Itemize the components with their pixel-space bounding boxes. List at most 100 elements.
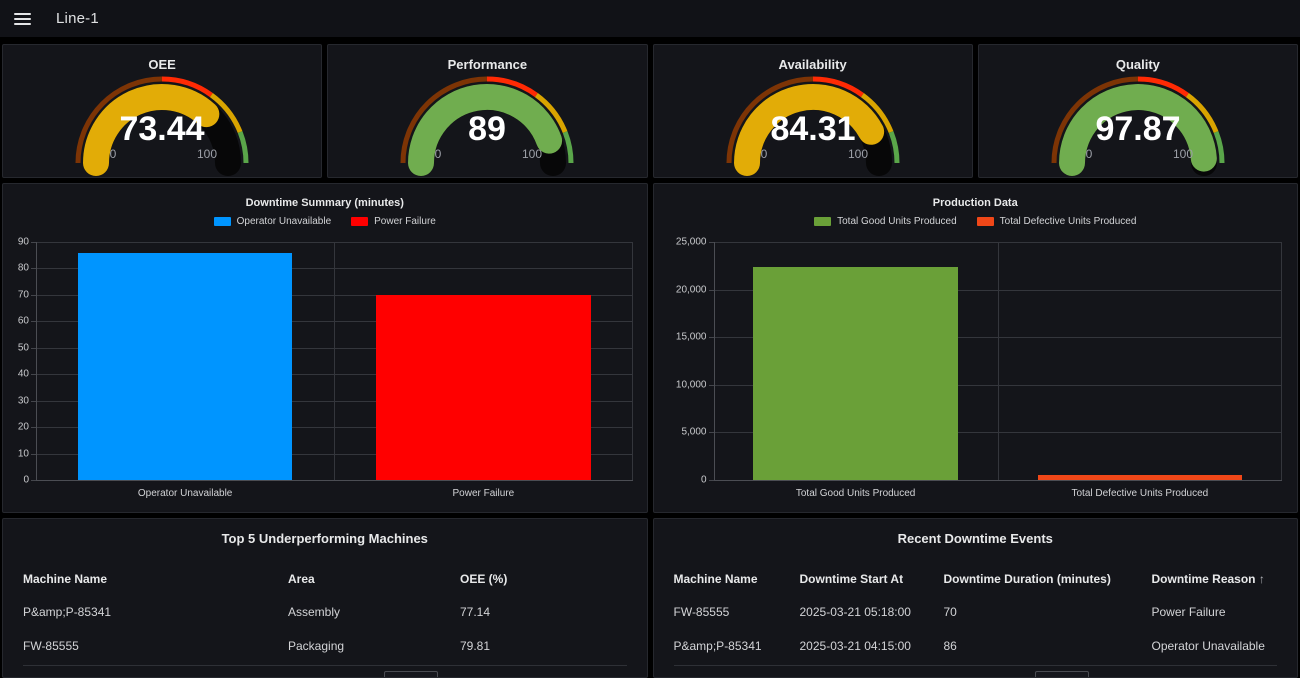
table-divider [23, 665, 627, 666]
table-divider [674, 665, 1278, 666]
column-header[interactable]: OEE (%) [460, 572, 627, 586]
bar-0[interactable] [78, 253, 293, 480]
table-cell: Power Failure [1152, 605, 1278, 619]
y-axis-line [714, 242, 715, 480]
menu-toggle-button[interactable] [10, 4, 40, 34]
production-data-plot: 05,00010,00015,00020,00025,000Total Good… [714, 242, 1283, 480]
x-axis-category-label: Total Good Units Produced [714, 488, 998, 499]
recent-downtime-table: Machine NameDowntime Start AtDowntime Du… [674, 563, 1278, 663]
gridline-vertical [334, 242, 335, 480]
chart-legend: Total Good Units Produced Total Defective… [654, 216, 1298, 227]
axis-tick [709, 480, 714, 481]
gridline-vertical [998, 242, 999, 480]
svg-text:0: 0 [760, 147, 767, 161]
table-cell: Operator Unavailable [1152, 639, 1278, 653]
hamburger-icon [14, 13, 31, 15]
sort-ascending-icon: ↑ [1259, 572, 1265, 586]
legend-label: Operator Unavailable [237, 216, 332, 227]
y-axis-tick-label: 20,000 [676, 284, 707, 295]
bar-0[interactable] [753, 267, 958, 480]
svg-text:0: 0 [1086, 147, 1093, 161]
svg-text:97.87: 97.87 [1095, 110, 1180, 148]
y-axis-tick-label: 40 [18, 369, 29, 380]
legend-swatch-icon [977, 217, 994, 226]
bar-1[interactable] [1038, 475, 1243, 480]
y-axis-tick-label: 5,000 [681, 427, 706, 438]
chart-title: Production Data [654, 197, 1298, 209]
y-axis-tick-label: 25,000 [676, 237, 707, 248]
y-axis-tick-label: 70 [18, 289, 29, 300]
svg-text:100: 100 [1173, 147, 1193, 161]
svg-text:73.44: 73.44 [120, 110, 205, 148]
topbar: Line-1 [0, 0, 1300, 37]
charts-row: Downtime Summary (minutes) Operator Unav… [2, 183, 1298, 513]
performance-gauge: 89 0 100 [377, 51, 597, 178]
legend-swatch-icon [814, 217, 831, 226]
gauge-panel-performance: Performance 890100 [327, 44, 647, 178]
bar-1[interactable] [376, 295, 591, 480]
svg-text:0: 0 [435, 147, 442, 161]
pagination-button[interactable] [384, 671, 438, 678]
column-header[interactable]: Downtime Duration (minutes) [944, 572, 1152, 586]
table-cell: 77.14 [460, 605, 627, 619]
y-axis-tick-label: 60 [18, 316, 29, 327]
legend-label: Total Good Units Produced [837, 216, 957, 227]
table-title: Top 5 Underperforming Machines [3, 531, 647, 546]
legend-swatch-icon [351, 217, 368, 226]
gridline [714, 480, 1283, 481]
production-data-panel: Production Data Total Good Units Produce… [653, 183, 1299, 513]
underperforming-machines-table: Machine NameAreaOEE (%)P&amp;P-85341Asse… [23, 563, 627, 663]
svg-text:84.31: 84.31 [770, 110, 855, 148]
dashboard: Line-1 OEE 73.440100 Performance 890100 … [0, 0, 1300, 678]
gauges-row: OEE 73.440100 Performance 890100 Availab… [2, 44, 1298, 178]
svg-text:89: 89 [468, 110, 506, 148]
table-cell: Packaging [288, 639, 460, 653]
column-header[interactable]: Machine Name [23, 572, 288, 586]
axis-tick [31, 480, 36, 481]
y-axis-tick-label: 10 [18, 448, 29, 459]
table-cell: FW-85555 [674, 605, 800, 619]
pagination-button[interactable] [1035, 671, 1089, 678]
svg-text:0: 0 [110, 147, 117, 161]
svg-text:100: 100 [848, 147, 868, 161]
legend-swatch-icon [214, 217, 231, 226]
y-axis-tick-label: 30 [18, 395, 29, 406]
table-cell: FW-85555 [23, 639, 288, 653]
table-title: Recent Downtime Events [654, 531, 1298, 546]
quality-gauge: 97.870 100 [1028, 51, 1248, 178]
svg-text:100: 100 [197, 147, 217, 161]
x-axis-category-label: Power Failure [334, 488, 632, 499]
downtime-summary-plot: 0102030405060708090Operator UnavailableP… [36, 242, 633, 480]
x-axis-category-label: Operator Unavailable [36, 488, 334, 499]
y-axis-tick-label: 0 [701, 475, 707, 486]
legend-label: Total Defective Units Produced [1000, 216, 1137, 227]
column-header[interactable]: Downtime Reason ↑ [1152, 572, 1278, 586]
table-header-row: Machine NameDowntime Start AtDowntime Du… [674, 563, 1278, 595]
svg-text:100: 100 [522, 147, 542, 161]
table-cell: P&amp;P-85341 [23, 605, 288, 619]
column-header[interactable]: Downtime Start At [800, 572, 944, 586]
table-cell: 2025-03-21 05:18:00 [800, 605, 944, 619]
legend-item[interactable]: Operator Unavailable [214, 216, 332, 227]
availability-gauge: 84.310 100 [703, 51, 923, 178]
table-cell: 86 [944, 639, 1152, 653]
chart-legend: Operator Unavailable Power Failure [3, 216, 647, 227]
y-axis-tick-label: 15,000 [676, 332, 707, 343]
legend-item[interactable]: Power Failure [351, 216, 436, 227]
legend-item[interactable]: Total Defective Units Produced [977, 216, 1137, 227]
dashboard-title: Line-1 [56, 10, 99, 27]
column-header[interactable]: Area [288, 572, 460, 586]
gauge-panel-oee: OEE 73.440100 [2, 44, 322, 178]
table-row: P&amp;P-853412025-03-21 04:15:0086Operat… [674, 629, 1278, 663]
table-cell: 79.81 [460, 639, 627, 653]
legend-item[interactable]: Total Good Units Produced [814, 216, 957, 227]
table-cell: P&amp;P-85341 [674, 639, 800, 653]
table-row: FW-855552025-03-21 05:18:0070Power Failu… [674, 595, 1278, 629]
table-cell: 70 [944, 605, 1152, 619]
y-axis-tick-label: 80 [18, 263, 29, 274]
gridline [36, 480, 633, 481]
chart-title: Downtime Summary (minutes) [3, 197, 647, 209]
underperforming-machines-panel: Top 5 Underperforming Machines Machine N… [2, 518, 648, 678]
table-cell: 2025-03-21 04:15:00 [800, 639, 944, 653]
column-header[interactable]: Machine Name [674, 572, 800, 586]
